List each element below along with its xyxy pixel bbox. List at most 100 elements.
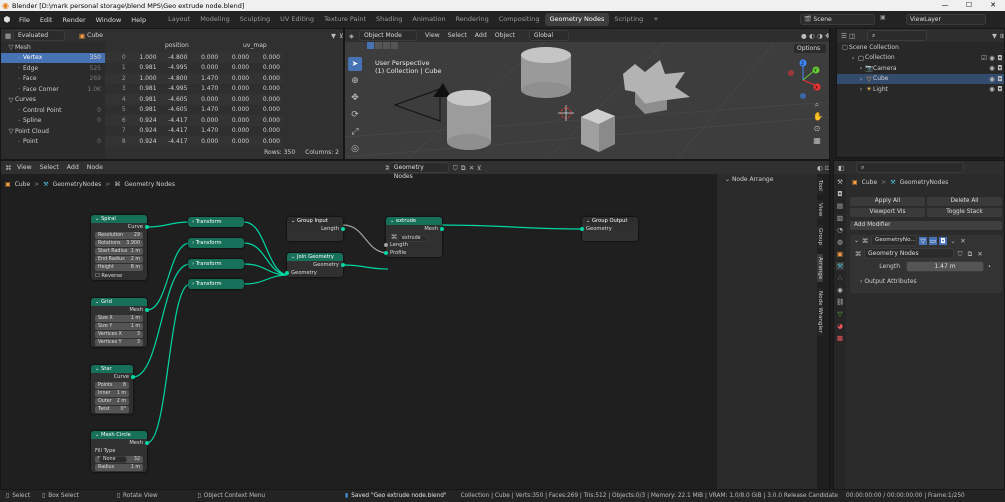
unlink-icon[interactable]: ✕ xyxy=(976,250,984,258)
view-layer-tab-icon[interactable]: ▥ xyxy=(836,214,844,222)
node-menu-view[interactable]: View xyxy=(13,164,36,171)
unlink-icon[interactable]: ✕ xyxy=(465,164,474,172)
pin-icon[interactable]: ⊻ xyxy=(473,164,482,172)
group-input-node[interactable]: ⌄ Group Input Length xyxy=(287,217,345,241)
workspace-tab-shading[interactable]: Shading xyxy=(371,13,407,26)
node-link[interactable] xyxy=(243,274,290,285)
blender-menu-icon[interactable]: ⬢ xyxy=(0,15,14,24)
editor-type-icon[interactable]: ◧ xyxy=(834,164,844,172)
group-output-node-header[interactable]: ⌄ Group Output xyxy=(582,217,638,225)
visibility-eye-icon[interactable]: ◉ xyxy=(988,85,996,93)
workspace-tab-scripting[interactable]: Scripting xyxy=(609,13,648,26)
apply-all-button[interactable]: Apply All xyxy=(850,197,925,206)
keyframe-dot-icon[interactable]: • xyxy=(988,264,991,270)
menu-file[interactable]: File xyxy=(14,16,35,24)
display-mode-icon[interactable]: ◫ xyxy=(845,32,855,40)
minimize-button[interactable]: — xyxy=(933,0,957,11)
add-workspace-button[interactable]: + xyxy=(648,13,663,26)
viewport-menu-add[interactable]: Add xyxy=(471,32,491,39)
outliner-item-light[interactable]: › ☀ Light ◉ ◘ xyxy=(837,84,1004,95)
render-camera-icon[interactable]: ◘ xyxy=(996,64,1004,72)
grid-field[interactable]: Size X 1 m xyxy=(95,315,143,322)
fake-user-shield-icon[interactable]: ⛉ xyxy=(956,250,964,258)
viewport-toggle-icon[interactable]: ▭ xyxy=(929,236,938,245)
spiral-field[interactable]: Resolution 29 xyxy=(95,232,143,239)
transform-header[interactable]: › Transform xyxy=(188,238,244,246)
duplicate-icon[interactable]: ⧉ xyxy=(966,250,974,258)
expand-arrow-icon[interactable]: › xyxy=(849,54,857,62)
domain-group[interactable]: ▽ Curves xyxy=(1,95,105,106)
star-field[interactable]: Inner 1 m xyxy=(95,390,129,397)
edit-mode-toggle-icon[interactable]: ▽ xyxy=(919,236,928,245)
output-attributes-panel[interactable]: › Output Attributes xyxy=(850,276,1002,287)
group-input-node-header[interactable]: ⌄ Group Input xyxy=(287,217,343,225)
camera-view-icon[interactable]: ⊙ xyxy=(813,125,821,133)
modifier-tab-icon[interactable]: ⚒ xyxy=(836,262,844,270)
tool-tab-icon[interactable]: ⚒ xyxy=(836,178,844,186)
sidebar-tab-arrange[interactable]: Arrange xyxy=(817,254,823,283)
scene-tab-icon[interactable]: ◔ xyxy=(836,226,844,234)
data-tab-icon[interactable]: ▽ xyxy=(836,310,844,318)
add-modifier-dropdown[interactable]: Add Modifier xyxy=(850,221,1002,230)
node-link[interactable] xyxy=(146,221,191,228)
cylinder-object[interactable] xyxy=(447,90,491,150)
world-tab-icon[interactable]: ◍ xyxy=(836,238,844,246)
close-button[interactable]: ✕ xyxy=(981,0,1005,11)
outliner-item-collection[interactable]: › ▢ Collection ☑ ◉ ◘ xyxy=(837,53,1004,64)
workspace-tab-geometry-nodes[interactable]: Geometry Nodes xyxy=(544,13,610,26)
star-curve-output-socket[interactable] xyxy=(131,375,135,379)
cylinder-back-object[interactable] xyxy=(521,47,571,98)
spiral-field[interactable]: Start Radius 1 m xyxy=(95,248,143,255)
domain-item[interactable]: · Vertex 350 xyxy=(1,52,105,63)
length-input[interactable]: 1.47 m xyxy=(906,261,984,272)
delete-all-button[interactable]: Delete All xyxy=(927,197,1002,206)
transform-node[interactable]: › Transform xyxy=(188,279,244,289)
sidebar-tab-tool[interactable]: Tool xyxy=(817,177,823,194)
workspace-tab-rendering[interactable]: Rendering xyxy=(451,13,494,26)
modifier-menu-icon[interactable]: ⌄ xyxy=(949,237,957,245)
snap-icon[interactable]: ⊡ xyxy=(821,164,829,172)
checkbox-icon[interactable] xyxy=(980,64,988,72)
object-mode-dropdown[interactable]: Object Mode xyxy=(359,30,417,41)
editor-type-icon[interactable]: ◈ xyxy=(345,32,354,40)
node-menu-add[interactable]: Add xyxy=(63,164,83,171)
spiral-node[interactable]: ⌄ Spiral Curve Resolution 29 Rotations 3.900 S… xyxy=(91,215,149,280)
editor-type-icon[interactable]: ☰ xyxy=(837,32,847,40)
outliner-item-cube[interactable]: › ▽ Cube ◉ ◘ xyxy=(837,73,1004,84)
node-link[interactable] xyxy=(146,242,191,311)
extrude-mesh-output-socket[interactable] xyxy=(440,227,444,231)
viewport-shading-rendered-icon[interactable]: ◑ xyxy=(813,32,823,40)
editor-type-icon[interactable]: ▦ xyxy=(1,32,11,40)
spiral-field[interactable]: Rotations 3.900 xyxy=(95,240,143,247)
transform-orientation-dropdown[interactable]: Global xyxy=(528,30,569,41)
workspace-tab-sculpting[interactable]: Sculpting xyxy=(235,13,275,26)
grid-mesh-output-socket[interactable] xyxy=(145,308,149,312)
domain-item[interactable]: · Edge 525 xyxy=(1,63,105,74)
outliner-search-input[interactable]: ⌕ xyxy=(867,30,927,41)
table-row[interactable]: 1 0.981 -4.995 0.000 0.000 0.000 xyxy=(105,62,283,73)
checkbox-icon[interactable]: ☑ xyxy=(980,54,988,62)
duplicate-icon[interactable]: ⧉ xyxy=(457,164,466,172)
table-row[interactable]: 0 1.000 -4.800 0.000 0.000 0.000 xyxy=(105,52,283,63)
group-output-node[interactable]: ⌄ Group Output Geometry xyxy=(580,217,638,241)
menu-render[interactable]: Render xyxy=(57,16,90,24)
fake-user-shield-icon[interactable]: ⛉ xyxy=(449,164,458,172)
domain-group[interactable]: ▽ Point Cloud xyxy=(1,126,105,137)
mesh-circle-field[interactable]: Radius 1 m xyxy=(95,464,143,471)
star-node[interactable]: ⌄ Star Curve Points 8 Inner 1 m Outer 2 m Twist 0… xyxy=(91,365,135,414)
domain-item[interactable]: · Control Point 0 xyxy=(1,105,105,116)
grid-field[interactable]: Vertices Y 3 xyxy=(95,339,143,346)
menu-window[interactable]: Window xyxy=(91,16,127,24)
node-link[interactable] xyxy=(441,224,585,230)
viewport-shading-material-icon[interactable]: ◐ xyxy=(805,32,815,40)
visibility-eye-icon[interactable]: ◉ xyxy=(988,75,996,83)
menu-help[interactable]: Help xyxy=(126,16,151,24)
toggle-stack-button[interactable]: Toggle Stack xyxy=(927,208,1002,217)
remove-modifier-icon[interactable]: ✕ xyxy=(959,237,967,245)
spiral-node-header[interactable]: ⌄ Spiral xyxy=(91,215,147,223)
transform-header[interactable]: › Transform xyxy=(188,259,244,267)
object-tab-icon[interactable]: ▣ xyxy=(836,250,844,258)
filter-icon[interactable]: ▼ xyxy=(327,32,336,40)
overlay-icon[interactable]: ◐ xyxy=(813,164,823,172)
join-geometry-input-socket[interactable] xyxy=(285,271,289,275)
